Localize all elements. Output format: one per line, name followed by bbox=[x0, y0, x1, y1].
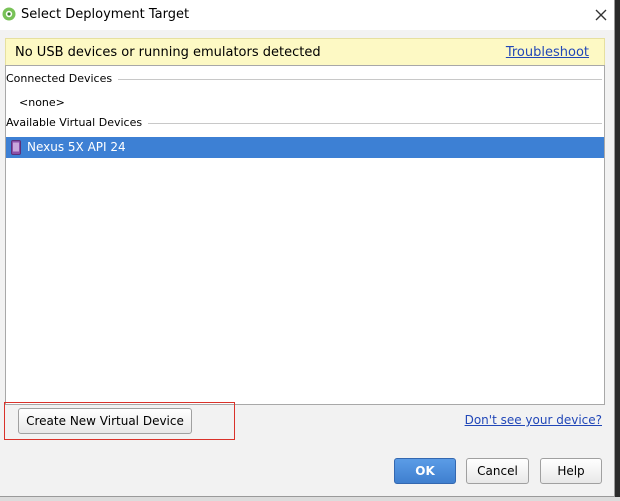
warning-banner: No USB devices or running emulators dete… bbox=[5, 38, 605, 66]
connected-devices-header: Connected Devices bbox=[6, 71, 604, 87]
phone-icon bbox=[11, 140, 21, 155]
ok-button[interactable]: OK bbox=[394, 458, 456, 484]
create-virtual-device-button[interactable]: Create New Virtual Device bbox=[18, 408, 192, 434]
title-bar[interactable]: Select Deployment Target bbox=[0, 0, 614, 30]
close-icon[interactable] bbox=[592, 6, 610, 24]
deployment-dialog: Select Deployment Target No USB devices … bbox=[0, 0, 615, 497]
cancel-button[interactable]: Cancel bbox=[466, 458, 529, 484]
dont-see-device-link[interactable]: Don't see your device? bbox=[465, 413, 602, 427]
dialog-title: Select Deployment Target bbox=[21, 7, 190, 22]
no-connected-devices: <none> bbox=[19, 96, 65, 109]
banner-message: No USB devices or running emulators dete… bbox=[15, 45, 321, 60]
available-devices-header: Available Virtual Devices bbox=[6, 115, 604, 131]
dialog-content: No USB devices or running emulators dete… bbox=[0, 30, 614, 496]
troubleshoot-link[interactable]: Troubleshoot bbox=[506, 45, 589, 60]
background-window-strip bbox=[0, 497, 620, 501]
background-window bbox=[615, 0, 620, 501]
device-row-nexus-5x-api-24[interactable]: Nexus 5X API 24 bbox=[6, 137, 604, 158]
help-button[interactable]: Help bbox=[540, 458, 602, 484]
android-studio-icon bbox=[2, 7, 16, 21]
device-name: Nexus 5X API 24 bbox=[27, 140, 126, 154]
available-devices-label: Available Virtual Devices bbox=[6, 116, 149, 129]
device-list[interactable]: Connected Devices <none> Available Virtu… bbox=[5, 65, 605, 405]
connected-devices-label: Connected Devices bbox=[6, 72, 119, 85]
